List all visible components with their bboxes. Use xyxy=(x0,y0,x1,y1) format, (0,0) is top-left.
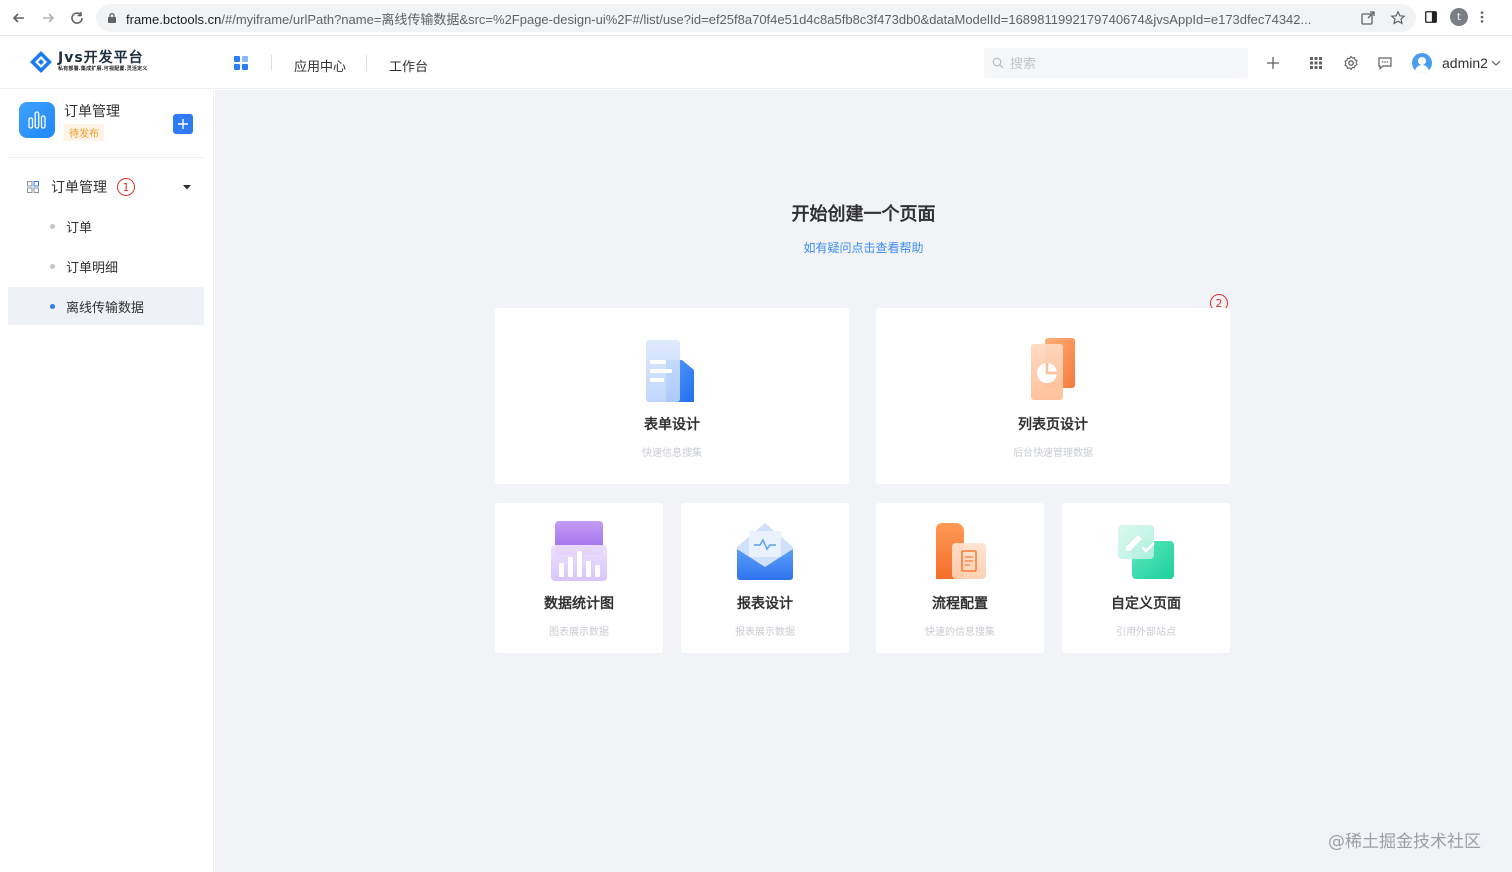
url-text: frame.bctools.cn/#/myiframe/urlPath?name… xyxy=(126,9,1356,28)
lock-icon xyxy=(108,12,116,23)
plus-icon xyxy=(178,119,188,129)
url-path: /#/myiframe/urlPath?name=离线传输数据&src=%2Fp… xyxy=(221,11,1312,27)
card-list-page-design[interactable]: 列表页设计 后台快速管理数据 xyxy=(876,308,1230,484)
logo-subtitle: 私有部署.集成扩展.可视配置.灵活定义 xyxy=(58,66,148,72)
report-icon xyxy=(737,523,793,580)
watermark: @稀土掘金技术社区 xyxy=(1328,832,1481,852)
card-title: 报表设计 xyxy=(737,596,793,612)
menu-group-label: 订单管理 xyxy=(51,180,107,196)
settings-gear-icon[interactable] xyxy=(1343,55,1359,71)
card-desc: 引用外部站点 xyxy=(1116,627,1176,638)
sidebar-item-label: 离线传输数据 xyxy=(66,300,145,316)
search-icon xyxy=(992,57,1004,69)
browser-toolbar: frame.bctools.cn/#/myiframe/urlPath?name… xyxy=(0,0,1512,36)
form-design-icon xyxy=(646,340,694,402)
chevron-down-icon xyxy=(1491,60,1501,66)
sidebar: 订单管理 待发布 订单管理 1 订单 订单明细 离线传输数据 xyxy=(0,90,214,872)
status-badge: 待发布 xyxy=(64,124,104,141)
card-desc: 快速信息搜集 xyxy=(642,448,702,459)
help-link[interactable]: 如有疑问点击查看帮助 xyxy=(215,239,1512,256)
card-desc: 快速的信息搜集 xyxy=(925,627,995,638)
header-divider xyxy=(366,55,367,71)
card-custom-page[interactable]: 自定义页面 引用外部站点 xyxy=(1062,503,1230,653)
card-title: 列表页设计 xyxy=(1018,417,1088,433)
card-report-design[interactable]: 报表设计 报表展示数据 xyxy=(681,503,849,653)
card-title: 流程配置 xyxy=(932,596,988,612)
logo-title: Jvs开发平台 xyxy=(58,50,144,66)
list-page-icon xyxy=(1031,338,1075,400)
sidebar-item-order-detail[interactable]: 订单明细 xyxy=(8,247,204,285)
card-title: 自定义页面 xyxy=(1111,596,1181,612)
annotation-marker-1: 1 xyxy=(117,178,135,196)
card-desc: 报表展示数据 xyxy=(735,627,795,638)
page-title: 开始创建一个页面 xyxy=(791,204,936,225)
card-desc: 后台快速管理数据 xyxy=(1013,448,1093,459)
module-grid-icon xyxy=(27,181,39,193)
sidebar-item-label: 订单明细 xyxy=(66,260,119,276)
custom-page-icon xyxy=(1118,525,1174,579)
sidebar-divider xyxy=(8,157,204,158)
menu-group-order-management[interactable]: 订单管理 1 xyxy=(8,173,204,201)
app-header: Jvs开发平台 私有部署.集成扩展.可视配置.灵活定义 应用中心 工作台 adm… xyxy=(0,37,1512,89)
user-menu[interactable]: admin2 xyxy=(1412,53,1502,73)
header-divider xyxy=(271,55,272,71)
share-icon[interactable] xyxy=(1360,10,1376,26)
sidebar-item-order[interactable]: 订单 xyxy=(8,207,204,245)
bar-chart-icon xyxy=(28,111,46,129)
add-page-button[interactable] xyxy=(173,114,193,134)
logo[interactable]: Jvs开发平台 私有部署.集成扩展.可视配置.灵活定义 xyxy=(28,49,148,75)
reload-icon xyxy=(71,11,83,24)
sidepanel-icon[interactable] xyxy=(1424,10,1438,24)
bullet-dot xyxy=(50,263,55,269)
main-content: 开始创建一个页面 如有疑问点击查看帮助 2 表单设计 快速信息搜集 列表页设计 … xyxy=(215,90,1512,872)
logo-mark-icon xyxy=(30,51,52,73)
nav-workbench[interactable]: 工作台 xyxy=(389,56,428,75)
card-form-design[interactable]: 表单设计 快速信息搜集 xyxy=(495,308,849,484)
search-box[interactable] xyxy=(984,48,1248,78)
bullet-dot xyxy=(50,303,55,309)
apps-grid-icon[interactable] xyxy=(1308,55,1324,71)
nav-app-center[interactable]: 应用中心 xyxy=(294,56,346,75)
sidebar-item-offline-data[interactable]: 离线传输数据 xyxy=(8,287,204,325)
card-desc: 图表展示数据 xyxy=(549,627,609,638)
card-title: 表单设计 xyxy=(644,417,700,433)
workflow-icon xyxy=(936,523,986,579)
back-button[interactable] xyxy=(5,4,33,32)
card-data-chart[interactable]: 数据统计图 图表展示数据 xyxy=(495,503,663,653)
address-bar[interactable]: frame.bctools.cn/#/myiframe/urlPath?name… xyxy=(96,4,1416,32)
arrow-right-icon xyxy=(43,12,55,23)
current-app: 订单管理 待发布 xyxy=(19,102,120,141)
search-input[interactable] xyxy=(1010,55,1230,71)
url-host: frame.bctools.cn xyxy=(126,11,222,27)
plus-icon[interactable] xyxy=(1265,55,1281,71)
app-grid-icon[interactable] xyxy=(234,56,248,70)
kebab-menu-icon[interactable] xyxy=(1480,10,1484,24)
app-icon xyxy=(19,102,55,138)
app-name: 订单管理 xyxy=(64,104,120,120)
card-workflow-config[interactable]: 流程配置 快速的信息搜集 xyxy=(876,503,1044,653)
chart-icon xyxy=(551,521,607,581)
star-icon[interactable] xyxy=(1390,10,1406,26)
user-avatar xyxy=(1412,53,1432,73)
forward-button[interactable] xyxy=(34,4,62,32)
message-icon[interactable] xyxy=(1377,55,1393,71)
reload-button[interactable] xyxy=(63,4,91,32)
caret-down-icon[interactable] xyxy=(183,183,191,191)
sidebar-item-label: 订单 xyxy=(66,220,93,236)
user-name: admin2 xyxy=(1442,55,1488,71)
arrow-left-icon xyxy=(12,12,24,23)
bullet-dot xyxy=(50,223,55,229)
profile-avatar[interactable]: t xyxy=(1450,8,1468,26)
card-title: 数据统计图 xyxy=(544,596,614,612)
